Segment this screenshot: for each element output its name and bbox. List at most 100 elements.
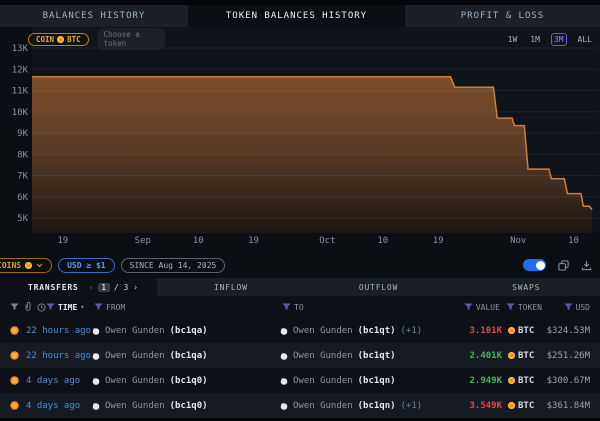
to-address[interactable]: (bc1qt) — [358, 326, 396, 336]
column-header-usd[interactable]: USD — [542, 303, 590, 312]
table-row[interactable]: 4 days ago Owen Gunden (bc1q0) Owen Gund… — [0, 393, 600, 418]
tx-to[interactable]: Owen Gunden (bc1qn) (+1) — [280, 401, 442, 411]
table-row[interactable]: 22 hours ago Owen Gunden (bc1qa) Owen Gu… — [0, 343, 600, 368]
from-owner-name[interactable]: Owen Gunden — [105, 326, 165, 336]
tx-time-link[interactable]: 4 days ago — [26, 401, 92, 411]
tab-balances-history[interactable]: BALANCES HISTORY — [0, 5, 188, 27]
tx-value: 2.949K — [442, 376, 502, 386]
wallet-icon — [92, 402, 100, 410]
range-3m-button[interactable]: 3M — [551, 33, 567, 46]
token-search-input[interactable]: Choose a token — [97, 28, 165, 50]
from-address[interactable]: (bc1q0) — [170, 401, 208, 411]
token-symbol: BTC — [518, 326, 534, 336]
svg-text:11K: 11K — [12, 87, 29, 97]
pagination-separator: / — [114, 283, 120, 292]
column-header-from[interactable]: FROM — [94, 303, 282, 312]
range-all-button[interactable]: ALL — [576, 34, 594, 45]
filter-funnel-icon[interactable] — [10, 303, 19, 311]
column-header-value[interactable]: VALUE — [440, 303, 500, 312]
chevron-down-icon — [36, 263, 43, 268]
tx-from[interactable]: Owen Gunden (bc1q0) — [92, 376, 280, 386]
funnel-icon[interactable] — [464, 303, 473, 311]
tx-from[interactable]: Owen Gunden (bc1q0) — [92, 401, 280, 411]
svg-text:19: 19 — [248, 236, 259, 246]
range-1m-button[interactable]: 1M — [528, 34, 542, 45]
clock-icon[interactable] — [37, 303, 46, 312]
from-owner-name[interactable]: Owen Gunden — [105, 376, 165, 386]
coin-pill-label: COIN — [36, 35, 54, 44]
header-tools — [10, 302, 46, 312]
column-header-time[interactable]: TIME ▾ — [46, 303, 94, 312]
tab-transfers[interactable]: TRANSFERS ‹ 1 / 3 › — [0, 278, 157, 296]
token-header-label: TOKEN — [518, 303, 542, 312]
paperclip-icon[interactable] — [24, 302, 32, 312]
coins-filter-label: COINS — [0, 261, 21, 270]
to-address[interactable]: (bc1qn) — [358, 401, 396, 411]
from-address[interactable]: (bc1qa) — [170, 351, 208, 361]
chart-toggle-switch[interactable] — [523, 259, 546, 271]
tx-to[interactable]: Owen Gunden (bc1qt) — [280, 351, 442, 361]
svg-text:19: 19 — [57, 236, 68, 246]
svg-text:12K: 12K — [12, 65, 29, 75]
funnel-icon[interactable] — [564, 303, 573, 311]
tx-token: BTC — [508, 376, 542, 386]
since-date-pill[interactable]: SINCE Aug 14, 2025 — [121, 258, 226, 273]
btc-coin-icon — [57, 36, 64, 43]
from-owner-name[interactable]: Owen Gunden — [105, 351, 165, 361]
tx-time-link[interactable]: 22 hours ago — [26, 326, 92, 336]
funnel-icon[interactable] — [46, 303, 55, 311]
to-address[interactable]: (bc1qt) — [358, 351, 396, 361]
time-header-label: TIME — [58, 303, 77, 312]
from-address[interactable]: (bc1q0) — [170, 376, 208, 386]
table-row[interactable]: 4 days ago Owen Gunden (bc1q0) Owen Gund… — [0, 368, 600, 393]
column-header-to[interactable]: TO — [282, 303, 440, 312]
tx-token: BTC — [508, 326, 542, 336]
table-row[interactable]: 22 hours ago Owen Gunden (bc1qa) Owen Gu… — [0, 318, 600, 343]
range-1w-button[interactable]: 1W — [506, 34, 520, 45]
btc-token-icon — [10, 401, 19, 410]
tab-profit-loss[interactable]: PROFIT & LOSS — [405, 5, 600, 27]
tx-value: 3.549K — [442, 401, 502, 411]
coin-selector-pill[interactable]: COIN BTC — [28, 33, 89, 46]
to-owner-name[interactable]: Owen Gunden — [293, 376, 353, 386]
tx-from[interactable]: Owen Gunden (bc1qa) — [92, 326, 280, 336]
from-address[interactable]: (bc1qa) — [170, 326, 208, 336]
tx-usd-value: $324.53M — [542, 326, 590, 336]
to-address[interactable]: (bc1qn) — [358, 376, 396, 386]
download-icon[interactable] — [581, 260, 592, 271]
svg-text:19: 19 — [433, 236, 444, 246]
tx-time-link[interactable]: 22 hours ago — [26, 351, 92, 361]
wallet-icon — [280, 327, 288, 335]
funnel-icon[interactable] — [94, 303, 103, 311]
funnel-icon[interactable] — [282, 303, 291, 311]
tx-value: 3.101K — [442, 326, 502, 336]
tab-outflow[interactable]: OUTFLOW — [305, 278, 453, 296]
btc-token-icon — [508, 327, 515, 334]
coins-filter-pill[interactable]: COINS — [0, 258, 52, 273]
funnel-icon[interactable] — [506, 303, 515, 311]
tx-usd-value: $300.67M — [542, 376, 590, 386]
coin-pill-token: BTC — [67, 35, 81, 44]
pagination-next-button[interactable]: › — [133, 283, 139, 292]
to-owner-name[interactable]: Owen Gunden — [293, 351, 353, 361]
pagination-prev-button[interactable]: ‹ — [89, 283, 95, 292]
column-header-token[interactable]: TOKEN — [506, 303, 542, 312]
token-symbol: BTC — [518, 401, 534, 411]
wallet-icon — [92, 377, 100, 385]
to-header-label: TO — [294, 303, 304, 312]
to-owner-name[interactable]: Owen Gunden — [293, 326, 353, 336]
tab-swaps[interactable]: SWAPS — [452, 278, 600, 296]
from-owner-name[interactable]: Owen Gunden — [105, 401, 165, 411]
tx-to[interactable]: Owen Gunden (bc1qt) (+1) — [280, 326, 442, 336]
svg-text:10: 10 — [377, 236, 388, 246]
usd-threshold-pill[interactable]: USD ≥ $1 — [58, 258, 115, 273]
tab-inflow[interactable]: INFLOW — [157, 278, 305, 296]
tab-token-balances-history[interactable]: TOKEN BALANCES HISTORY — [188, 5, 405, 27]
to-extra-count: (+1) — [401, 401, 423, 411]
token-symbol: BTC — [518, 351, 534, 361]
tx-to[interactable]: Owen Gunden (bc1qn) — [280, 376, 442, 386]
copy-icon[interactable] — [558, 260, 569, 271]
tx-time-link[interactable]: 4 days ago — [26, 376, 92, 386]
tx-from[interactable]: Owen Gunden (bc1qa) — [92, 351, 280, 361]
to-owner-name[interactable]: Owen Gunden — [293, 401, 353, 411]
